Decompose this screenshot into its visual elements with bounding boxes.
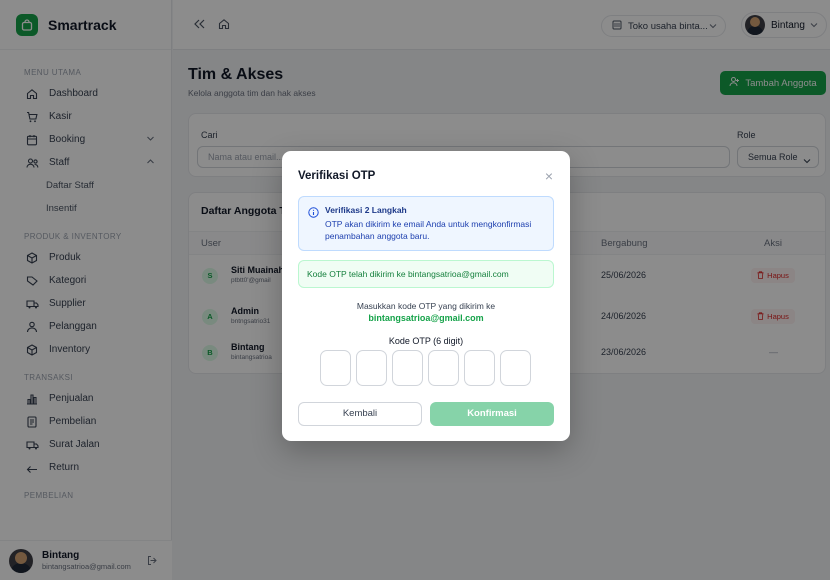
otp-modal: Verifikasi OTP × Verifikasi 2 Langkah OT… [282,151,570,441]
info-title: Verifikasi 2 Langkah [325,205,407,215]
info-text: OTP akan dikirim ke email Anda untuk men… [325,219,532,241]
info-icon [308,207,319,221]
otp-digit-6[interactable] [500,350,531,386]
otp-email: bintangsatrioa@gmail.com [368,313,484,323]
otp-digit-4[interactable] [428,350,459,386]
otp-digit-3[interactable] [392,350,423,386]
otp-digit-2[interactable] [356,350,387,386]
otp-instruction: Masukkan kode OTP yang dikirim ke [356,301,496,311]
otp-digit-5[interactable] [464,350,495,386]
confirm-button[interactable]: Konfirmasi [430,402,554,426]
info-box: Verifikasi 2 Langkah OTP akan dikirim ke… [298,196,554,251]
modal-title: Verifikasi OTP [298,170,376,182]
otp-label: Kode OTP (6 digit) [388,336,464,346]
success-alert: Kode OTP telah dikirim ke bintangsatrioa… [298,260,554,288]
back-button[interactable]: Kembali [298,402,422,426]
otp-digit-1[interactable] [320,350,351,386]
otp-input-group [320,350,531,386]
close-icon[interactable]: × [545,169,553,183]
